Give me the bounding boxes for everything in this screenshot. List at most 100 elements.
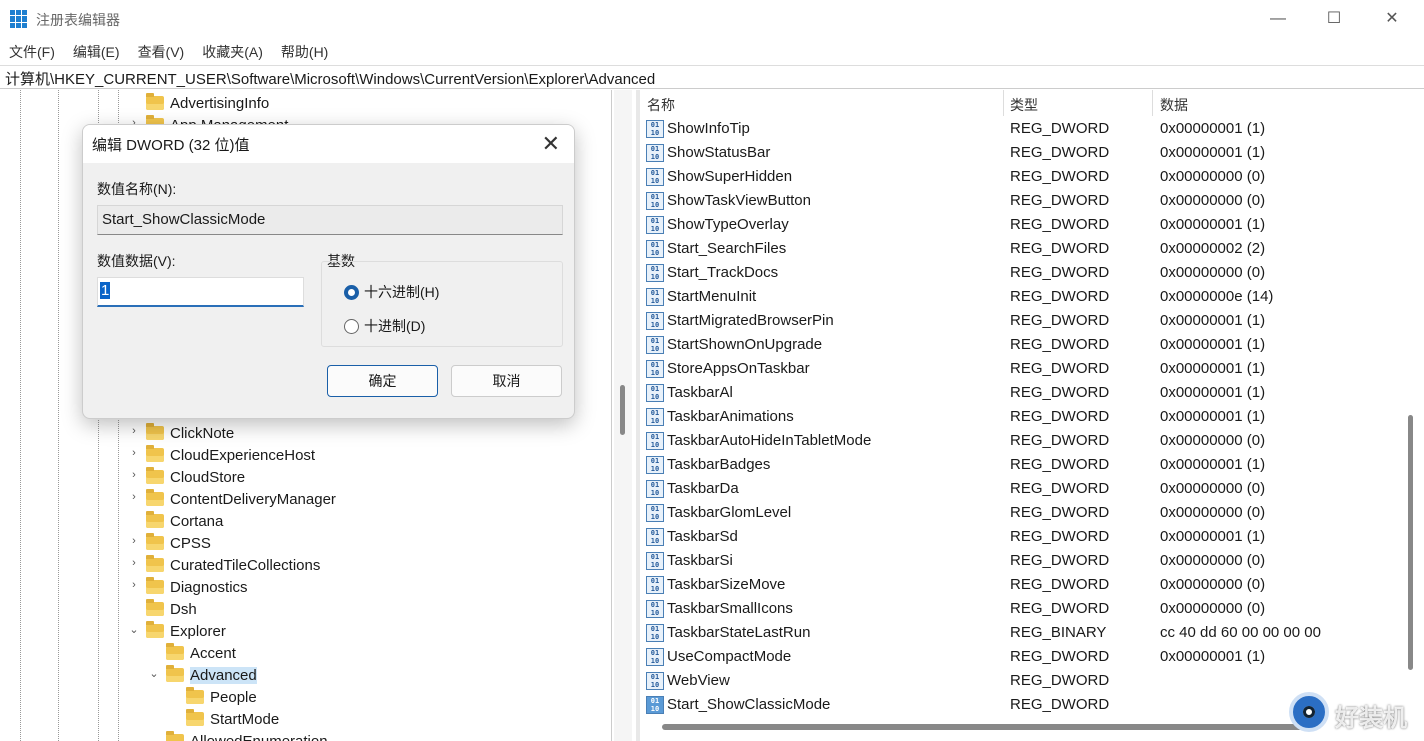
tree-node[interactable]: ClickNote — [146, 422, 234, 444]
value-row[interactable]: 01 10 ShowStatusBar REG_DWORD 0x00000001 (1) — [640, 141, 1420, 165]
value-row[interactable]: 01 10 TaskbarAutoHideInTabletMode REG_DWORD… — [640, 429, 1420, 453]
menu-edit[interactable]: 编辑(E) — [64, 38, 129, 63]
value-row[interactable]: 01 10 TaskbarAnimations REG_DWORD 0x00000001… — [640, 405, 1420, 429]
value-row[interactable]: 01 10 TaskbarSmallIcons REG_DWORD 0x00000000… — [640, 597, 1420, 621]
folder-icon — [146, 489, 164, 506]
tree-node[interactable]: StartMode — [186, 708, 279, 730]
value-type: REG_DWORD — [1010, 288, 1110, 305]
column-divider[interactable] — [1003, 90, 1004, 116]
value-type: REG_DWORD — [1010, 408, 1110, 425]
dialog-close-icon[interactable]: ✕ — [542, 131, 560, 157]
reg-binary-value-icon: 01 10 — [646, 456, 664, 474]
list-scroll-thumb[interactable] — [1408, 415, 1413, 670]
value-row[interactable]: 01 10 TaskbarSi REG_DWORD 0x00000000 (0) — [640, 549, 1420, 573]
tree-node[interactable]: ContentDeliveryManager — [146, 488, 336, 510]
value-row[interactable]: 01 10 TaskbarDa REG_DWORD 0x00000000 (0) — [640, 477, 1420, 501]
radio-hex[interactable]: 十六进制(H) — [344, 282, 439, 302]
value-data: 0x00000001 (1) — [1160, 384, 1266, 401]
value-row[interactable]: 01 10 WebView REG_DWORD — [640, 669, 1420, 693]
value-row[interactable]: 01 10 StartShownOnUpgrade REG_DWORD 0x000000… — [640, 333, 1420, 357]
menu-view[interactable]: 查看(V) — [129, 38, 194, 63]
value-row[interactable]: 01 10 TaskbarSd REG_DWORD 0x00000001 (1) — [640, 525, 1420, 549]
tree-node[interactable]: AllowedEnumeration — [166, 730, 328, 741]
tree-node[interactable]: Dsh — [146, 598, 197, 620]
ok-button[interactable]: 确定 — [327, 365, 438, 397]
value-data-input[interactable]: 1 — [97, 277, 304, 307]
column-data[interactable]: 数据 — [1160, 95, 1188, 115]
base-group: 十六进制(H) 十进制(D) — [321, 261, 563, 347]
value-data: 0x00000001 (1) — [1160, 336, 1266, 353]
value-row[interactable]: 01 10 TaskbarAl REG_DWORD 0x00000001 (1) — [640, 381, 1420, 405]
expander-icon[interactable]: › — [128, 579, 140, 591]
value-name: Start_SearchFiles — [667, 240, 787, 257]
value-row[interactable]: 01 10 TaskbarSizeMove REG_DWORD 0x00000000 (… — [640, 573, 1420, 597]
radio-decimal[interactable]: 十进制(D) — [344, 316, 425, 336]
value-row[interactable]: 01 10 StoreAppsOnTaskbar REG_DWORD 0x0000000… — [640, 357, 1420, 381]
value-name: TaskbarBadges — [667, 456, 771, 473]
folder-icon — [146, 555, 164, 572]
tree-node[interactable]: Explorer — [146, 620, 226, 642]
tree-scroll-thumb[interactable] — [620, 385, 625, 435]
expander-icon[interactable]: › — [128, 557, 140, 569]
value-type: REG_DWORD — [1010, 168, 1110, 185]
value-row[interactable]: 01 10 TaskbarBadges REG_DWORD 0x00000001 (1) — [640, 453, 1420, 477]
cancel-button[interactable]: 取消 — [451, 365, 562, 397]
value-row[interactable]: 01 10 Start_SearchFiles REG_DWORD 0x00000002… — [640, 237, 1420, 261]
tree-node-label: Explorer — [170, 622, 226, 640]
column-divider[interactable] — [1152, 90, 1153, 116]
tree-node-label: CPSS — [170, 534, 211, 552]
tree-node[interactable]: Advanced — [166, 664, 257, 686]
value-data: 0x00000001 (1) — [1160, 528, 1266, 545]
value-name: TaskbarAutoHideInTabletMode — [667, 432, 872, 449]
value-row[interactable]: 01 10 Start_TrackDocs REG_DWORD 0x00000000 (… — [640, 261, 1420, 285]
tree-node[interactable]: People — [186, 686, 257, 708]
tree-node[interactable]: CPSS — [146, 532, 211, 554]
tree-node[interactable]: AdvertisingInfo — [146, 92, 269, 114]
value-type: REG_DWORD — [1010, 120, 1110, 137]
expander-icon[interactable]: › — [128, 447, 140, 459]
tree-guide — [58, 90, 59, 741]
menu-favorites[interactable]: 收藏夹(A) — [193, 38, 272, 63]
tree-guide — [20, 90, 21, 741]
list-hscroll-thumb[interactable] — [662, 724, 1302, 730]
menu-help[interactable]: 帮助(H) — [272, 38, 337, 63]
column-type[interactable]: 类型 — [1010, 95, 1038, 115]
folder-icon — [146, 621, 164, 638]
value-name: TaskbarGlomLevel — [667, 504, 792, 521]
value-data: 0x00000000 (0) — [1160, 576, 1266, 593]
value-type: REG_DWORD — [1010, 456, 1110, 473]
value-row[interactable]: 01 10 TaskbarGlomLevel REG_DWORD 0x00000000 … — [640, 501, 1420, 525]
expander-icon[interactable]: › — [128, 535, 140, 547]
folder-icon — [186, 709, 204, 726]
address-bar[interactable]: 计算机\HKEY_CURRENT_USER\Software\Microsoft… — [0, 65, 1424, 89]
value-row[interactable]: 01 10 TaskbarStateLastRun REG_BINARY cc 40 d… — [640, 621, 1420, 645]
expander-icon[interactable]: ⌄ — [148, 667, 160, 680]
value-row[interactable]: 01 10 StartMenuInit REG_DWORD 0x0000000e (14… — [640, 285, 1420, 309]
tree-node[interactable]: CloudExperienceHost — [146, 444, 315, 466]
tree-node-label: Cortana — [170, 512, 224, 530]
column-name[interactable]: 名称 — [647, 95, 675, 115]
value-row[interactable]: 01 10 ShowInfoTip REG_DWORD 0x00000001 (1) — [640, 117, 1420, 141]
value-row[interactable]: 01 10 ShowTaskViewButton REG_DWORD 0x0000000… — [640, 189, 1420, 213]
value-row[interactable]: 01 10 ShowSuperHidden REG_DWORD 0x00000000 (… — [640, 165, 1420, 189]
tree-node[interactable]: Accent — [166, 642, 236, 664]
value-row[interactable]: 01 10 StartMigratedBrowserPin REG_DWORD 0x00… — [640, 309, 1420, 333]
value-name-field[interactable]: Start_ShowClassicMode — [97, 205, 563, 235]
expander-icon[interactable]: › — [128, 469, 140, 481]
value-row[interactable]: 01 10 ShowTypeOverlay REG_DWORD 0x00000001 (… — [640, 213, 1420, 237]
close-button[interactable]: ✕ — [1372, 6, 1412, 32]
tree-node[interactable]: Cortana — [146, 510, 223, 532]
maximize-button[interactable]: ☐ — [1314, 6, 1354, 32]
tree-node[interactable]: CuratedTileCollections — [146, 554, 320, 576]
value-type: REG_DWORD — [1010, 648, 1110, 665]
value-data: 0x00000000 (0) — [1160, 600, 1266, 617]
expander-icon[interactable]: ⌄ — [128, 623, 140, 636]
minimize-button[interactable]: — — [1258, 6, 1298, 32]
expander-icon[interactable]: › — [128, 491, 140, 503]
expander-icon[interactable]: › — [128, 425, 140, 437]
value-row[interactable]: 01 10 UseCompactMode REG_DWORD 0x00000001 (1… — [640, 645, 1420, 669]
reg-binary-value-icon: 01 10 — [646, 216, 664, 234]
tree-node[interactable]: Diagnostics — [146, 576, 248, 598]
tree-node[interactable]: CloudStore — [146, 466, 245, 488]
menu-file[interactable]: 文件(F) — [0, 38, 64, 63]
